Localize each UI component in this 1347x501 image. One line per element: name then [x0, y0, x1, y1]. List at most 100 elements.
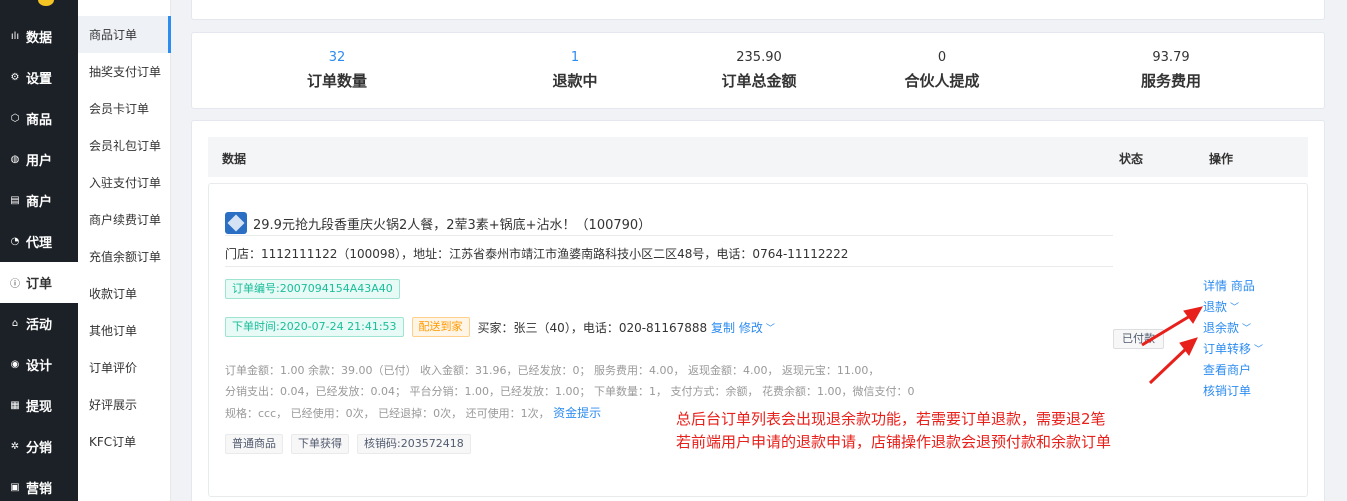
- order-time-tag: 下单时间:2020-07-24 21:41:53: [225, 317, 404, 337]
- stat-value: 32: [328, 50, 346, 65]
- source-tag: 下单获得: [291, 434, 349, 454]
- stat-service-fee: 93.79 服务费用: [1071, 50, 1271, 91]
- goods-thumbnail[interactable]: [225, 212, 247, 234]
- action-5[interactable]: 查看商户: [1203, 360, 1263, 381]
- edit-link[interactable]: 修改 ﹀: [739, 321, 775, 335]
- action-label: 订单转移: [1203, 342, 1252, 356]
- stat-value: 0: [937, 50, 947, 65]
- fund-tip-link[interactable]: 资金提示: [553, 406, 601, 420]
- sidebar-item-1[interactable]: ılı 数据: [0, 16, 78, 57]
- store-icon: ▤: [10, 195, 20, 206]
- sidebar-item-label: 用户: [26, 154, 53, 169]
- sidebar-item-2[interactable]: ⚙ 设置: [0, 57, 78, 98]
- copy-link[interactable]: 复制: [711, 321, 735, 335]
- annotation-line-2: 若前端用户申请的退款申请，店铺操作退款会退预付款和余款订单: [676, 433, 1112, 451]
- chevron-down-icon: ﹀: [765, 323, 775, 334]
- user-icon: ◍: [10, 154, 20, 165]
- sidebar-item-label: 代理: [26, 236, 53, 251]
- buyer-text: 买家：张三（40），电话：020-81167888: [477, 320, 708, 335]
- submenu-item-5[interactable]: 入驻支付订单: [78, 164, 171, 201]
- submenu-item-8[interactable]: 收款订单: [78, 275, 171, 312]
- sidebar-item-4[interactable]: ◍ 用户: [0, 139, 78, 180]
- order-stats: 32 订单数量 1 退款中 235.90 订单总金额 0 合伙人提成 93.79…: [191, 32, 1325, 109]
- sidebar-item-11[interactable]: ✲ 分销: [0, 426, 78, 467]
- action-4[interactable]: 订单转移 ﹀: [1203, 339, 1263, 360]
- sidebar-item-9[interactable]: ◉ 设计: [0, 344, 78, 385]
- chevron-down-icon: ﹀: [1254, 345, 1264, 355]
- annotation-arrows: [1141, 306, 1203, 385]
- gear-icon: ⚙: [10, 72, 20, 83]
- bar-chart-icon: ılı: [10, 31, 20, 42]
- action-2[interactable]: 退款 ﹀: [1203, 297, 1263, 318]
- shop-info: 门店：1112111122（100098），地址：江苏省泰州市靖江市渔婆南路科技…: [225, 241, 1113, 267]
- goods-row: 29.9元抢九段香重庆火锅2人餐，2荤3素+锅底+沾水！（100790）: [225, 211, 1113, 236]
- agent-icon: ◔: [10, 236, 20, 247]
- chevron-down-icon: ﹀: [1242, 324, 1252, 334]
- stat-value: 235.90: [736, 50, 782, 65]
- usage-details: 规格：ccc， 已经使用：0次， 已经退掉：0次， 还可使用：1次， 资金提示: [225, 404, 601, 421]
- main-sidebar: ılı 数据 ⚙ 设置 ⬡ 商品 ◍ 用户 ▤ 商户 ◔ 代理 ⓘ 订单 ⌂ 活动 ◉ 设计 ▦ 提现 ✲ 分销 ▣ 营销: [0, 0, 78, 501]
- submenu-item-12[interactable]: KFC订单: [78, 423, 171, 460]
- sidebar-item-label: 营销: [26, 482, 53, 497]
- order-icon: ⓘ: [10, 279, 20, 290]
- sidebar-item-6[interactable]: ◔ 代理: [0, 221, 78, 262]
- sidebar-item-3[interactable]: ⬡ 商品: [0, 98, 78, 139]
- stat-value: 1: [570, 50, 580, 65]
- sidebar-item-label: 设置: [26, 72, 53, 87]
- submenu-item-4[interactable]: 会员礼包订单: [78, 127, 171, 164]
- delivery-tag: 配送到家: [411, 317, 470, 337]
- sidebar-item-8[interactable]: ⌂ 活动: [0, 303, 78, 344]
- submenu-item-11[interactable]: 好评展示: [78, 386, 171, 423]
- order-submenu: 商品订单 抽奖支付订单 会员卡订单 会员礼包订单 入驻支付订单 商户续费订单 充值余额订单收…: [78, 0, 171, 501]
- submenu-item-3[interactable]: 会员卡订单: [78, 90, 171, 127]
- sidebar-item-12[interactable]: ▣ 营销: [0, 467, 78, 501]
- logo: [38, 0, 54, 6]
- action-label: 核销订单: [1203, 384, 1252, 398]
- stat-total-amount: 235.90 订单总金额: [659, 50, 859, 91]
- order-number-row: 订单编号:2007094154A43A40: [225, 279, 400, 299]
- chevron-down-icon: ﹀: [1230, 303, 1240, 313]
- cube-icon: ⬡: [10, 113, 20, 124]
- stat-label: 订单数量: [306, 72, 367, 90]
- sidebar-item-label: 设计: [26, 359, 53, 374]
- submenu-item-1[interactable]: 商品订单: [78, 16, 171, 53]
- sidebar-item-10[interactable]: ▦ 提现: [0, 385, 78, 426]
- annotation-line-1: 总后台订单列表会出现退余款功能，若需要订单退款，需要退2笔: [676, 410, 1106, 428]
- buyer-info: 买家：张三（40），电话：020-81167888 复制 修改 ﹀: [478, 319, 775, 336]
- submenu-item-10[interactable]: 订单评价: [78, 349, 171, 386]
- buyer-row: 下单时间:2020-07-24 21:41:53 配送到家 买家：张三（40），…: [225, 317, 775, 337]
- stat-label: 订单总金额: [721, 72, 797, 90]
- action-label: 详情 商品: [1203, 279, 1255, 293]
- share-icon: ✲: [10, 441, 20, 452]
- usage-text: 规格：ccc， 已经使用：0次， 已经退掉：0次， 还可使用：1次，: [225, 407, 550, 420]
- col-data: 数据: [222, 152, 247, 166]
- sidebar-item-5[interactable]: ▤ 商户: [0, 180, 78, 221]
- filter-card: [191, 0, 1325, 20]
- submenu-item-2[interactable]: 抽奖支付订单: [78, 53, 171, 90]
- order-tags: 普通商品 下单获得 核销码:203572418: [225, 434, 471, 454]
- submenu-item-9[interactable]: 其他订单: [78, 312, 171, 349]
- stat-order-count: 32 订单数量: [237, 50, 437, 91]
- order-number-tag: 订单编号:2007094154A43A40: [225, 279, 400, 299]
- amount-details: 订单金额：1.00 余款：39.00（已付） 收入金额：31.96，已经发放：0…: [225, 364, 880, 377]
- palette-icon: ◉: [10, 359, 20, 370]
- submenu-item-7[interactable]: 充值余额订单: [78, 238, 171, 275]
- submenu-item-6[interactable]: 商户续费订单: [78, 201, 171, 238]
- action-3[interactable]: 退余款 ﹀: [1203, 318, 1263, 339]
- goods-title[interactable]: 29.9元抢九段香重庆火锅2人餐，2荤3素+锅底+沾水！（100790）: [253, 214, 651, 233]
- stat-partner-commission: 0 合伙人提成: [842, 50, 1042, 91]
- edit-label: 修改: [738, 320, 763, 335]
- sidebar-item-label: 商品: [26, 113, 53, 128]
- stat-label: 服务费用: [1140, 72, 1201, 90]
- sidebar-item-7[interactable]: ⓘ 订单: [0, 262, 78, 303]
- stat-refunding: 1 退款中: [475, 50, 675, 91]
- verify-code-tag: 核销码:203572418: [357, 434, 471, 454]
- col-action: 操作: [1209, 152, 1234, 166]
- stat-label: 合伙人提成: [904, 72, 980, 90]
- action-1[interactable]: 详情 商品: [1203, 276, 1263, 297]
- action-6[interactable]: 核销订单: [1203, 381, 1263, 402]
- sidebar-item-label: 商户: [26, 195, 53, 210]
- sidebar-item-label: 数据: [26, 31, 53, 46]
- stat-label: 退款中: [552, 72, 598, 90]
- sidebar-item-label: 提现: [26, 400, 53, 415]
